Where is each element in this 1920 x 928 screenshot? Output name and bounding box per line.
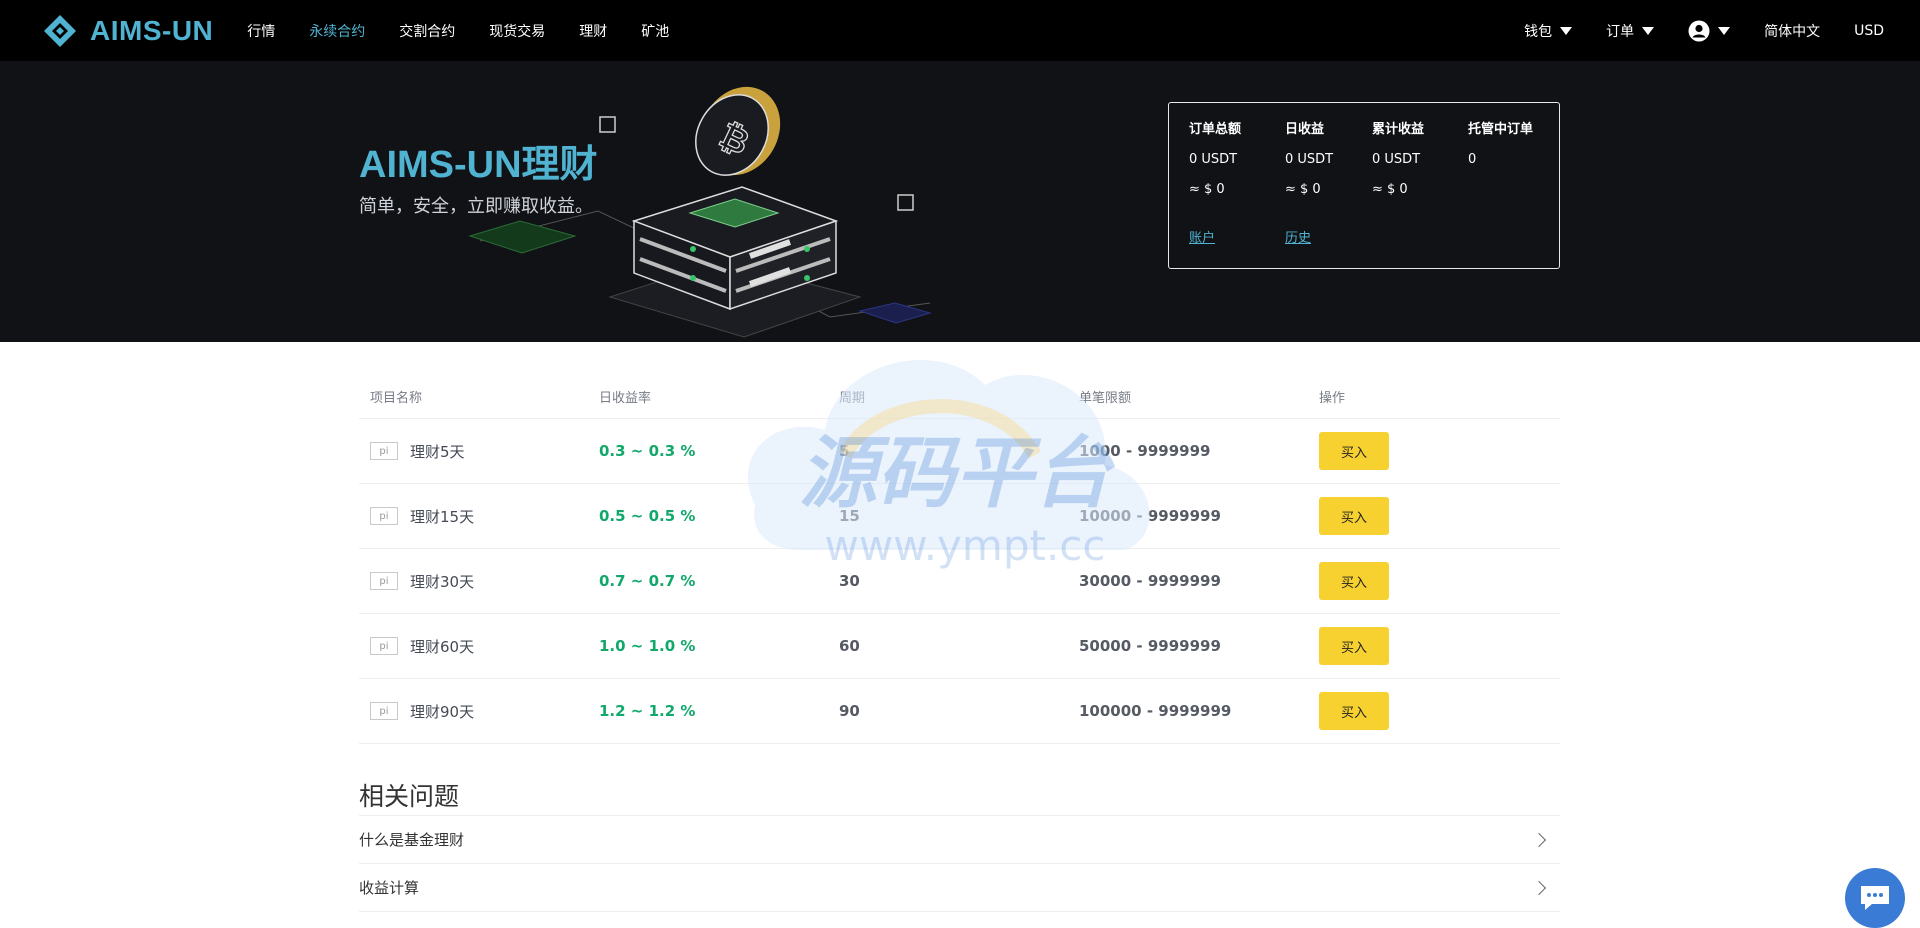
stat-approx: ≈ $ 0 <box>1372 182 1408 197</box>
period: 5 <box>839 442 850 460</box>
caret-down-icon <box>1718 26 1731 35</box>
faq-item-income-calc[interactable]: 收益计算 <box>359 863 1560 911</box>
daily-rate: 1.2 ~ 1.2 % <box>599 702 696 720</box>
server-coin-illustration: ₿ <box>468 86 932 338</box>
user-avatar-icon <box>1688 20 1710 41</box>
nav-item-delivery[interactable]: 交割合约 <box>399 21 455 41</box>
daily-rate: 0.3 ~ 0.3 % <box>599 442 696 460</box>
product-image-placeholder: pi <box>370 637 398 655</box>
daily-rate: 0.7 ~ 0.7 % <box>599 572 696 590</box>
finance-products-table: 项目名称 日收益率 周期 单笔限额 操作 pi 理财5天 0.3 ~ 0.3 % … <box>359 374 1560 744</box>
faq-question: 收益计算 <box>359 879 420 897</box>
buy-button[interactable]: 买入 <box>1319 562 1389 600</box>
buy-button[interactable]: 买入 <box>1319 627 1389 665</box>
caret-down-icon <box>1560 26 1573 35</box>
stat-custody-orders: 托管中订单 0 <box>1468 120 1533 180</box>
period: 60 <box>839 637 860 655</box>
faq-divider <box>359 911 1560 912</box>
top-navbar: AIMS-UN 行情 永续合约 交割合约 现货交易 理财 矿池 钱包 订单 简体… <box>0 0 1920 61</box>
stat-label: 累计收益 <box>1372 122 1425 137</box>
table-header: 项目名称 日收益率 周期 单笔限额 操作 <box>359 374 1560 419</box>
period: 15 <box>839 507 860 525</box>
table-row: pi 理财15天 0.5 ~ 0.5 % 15 10000 - 9999999 买… <box>359 484 1560 549</box>
single-limit: 50000 - 9999999 <box>1079 637 1221 655</box>
col-header-rate: 日收益率 <box>599 390 652 406</box>
table-row: pi 理财30天 0.7 ~ 0.7 % 30 30000 - 9999999 买… <box>359 549 1560 614</box>
user-dropdown[interactable] <box>1688 20 1731 42</box>
live-chat-button[interactable] <box>1845 868 1905 928</box>
stat-approx: ≈ $ 0 <box>1285 182 1321 197</box>
product-image-placeholder: pi <box>370 572 398 590</box>
product-image-placeholder: pi <box>370 702 398 720</box>
wallet-dropdown[interactable]: 钱包 <box>1524 21 1573 41</box>
table-row: pi 理财60天 1.0 ~ 1.0 % 60 50000 - 9999999 买… <box>359 614 1560 679</box>
nav-right: 钱包 订单 简体中文 USD <box>1490 0 1884 61</box>
orders-dropdown[interactable]: 订单 <box>1606 21 1655 41</box>
period: 90 <box>839 702 860 720</box>
brand-logo-link[interactable]: AIMS-UN <box>42 13 213 49</box>
stat-value: 0 USDT <box>1285 152 1334 167</box>
stat-order-total: 订单总额 0 USDT ≈ $ 0 <box>1189 120 1241 210</box>
product-image-placeholder: pi <box>370 507 398 525</box>
nav-item-finance[interactable]: 理财 <box>579 21 607 41</box>
table-row: pi 理财90天 1.2 ~ 1.2 % 90 100000 - 9999999 … <box>359 679 1560 744</box>
product-name: 理财5天 <box>410 442 465 461</box>
stat-label: 托管中订单 <box>1468 122 1534 137</box>
buy-button[interactable]: 买入 <box>1319 432 1389 470</box>
stat-label: 订单总额 <box>1189 122 1242 137</box>
hero-banner: AIMS-UN理财 简单，安全，立即赚取收益。 ₿ 订单总额 0 USDT ≈ … <box>0 61 1920 342</box>
nav-item-perpetual[interactable]: 永续合约 <box>309 21 365 41</box>
buy-button[interactable]: 买入 <box>1319 497 1389 535</box>
nav-item-mining-pool[interactable]: 矿池 <box>641 21 669 41</box>
main-nav: 行情 永续合约 交割合约 现货交易 理财 矿池 <box>247 21 703 41</box>
faq-title: 相关问题 <box>359 782 460 811</box>
daily-rate: 0.5 ~ 0.5 % <box>599 507 696 525</box>
product-name: 理财90天 <box>410 702 475 721</box>
col-header-period: 周期 <box>839 390 866 406</box>
nav-item-spot[interactable]: 现货交易 <box>489 21 545 41</box>
chat-bubble-icon <box>1861 886 1889 910</box>
product-image-placeholder: pi <box>370 442 398 460</box>
brand-diamond-icon <box>44 14 76 47</box>
stat-value: 0 <box>1468 152 1477 167</box>
col-header-limit: 单笔限额 <box>1079 390 1132 406</box>
faq-item-what-is-fund[interactable]: 什么是基金理财 <box>359 815 1560 863</box>
nav-item-market[interactable]: 行情 <box>247 21 275 41</box>
stat-value: 0 USDT <box>1189 152 1238 167</box>
stat-total-income: 累计收益 0 USDT ≈ $ 0 <box>1372 120 1424 210</box>
language-selector[interactable]: 简体中文 <box>1764 21 1820 41</box>
brand-name: AIMS-UN <box>90 14 214 46</box>
single-limit: 10000 - 9999999 <box>1079 507 1221 525</box>
product-name: 理财15天 <box>410 507 475 526</box>
stat-approx: ≈ $ 0 <box>1189 182 1225 197</box>
daily-rate: 1.0 ~ 1.0 % <box>599 637 696 655</box>
period: 30 <box>839 572 860 590</box>
col-header-name: 项目名称 <box>370 390 423 406</box>
stat-label: 日收益 <box>1285 122 1325 137</box>
table-row: pi 理财5天 0.3 ~ 0.3 % 5 1000 - 9999999 买入 <box>359 419 1560 484</box>
single-limit: 100000 - 9999999 <box>1079 702 1232 720</box>
buy-button[interactable]: 买入 <box>1319 692 1389 730</box>
currency-selector[interactable]: USD <box>1854 23 1884 39</box>
chevron-right-icon <box>1531 880 1547 895</box>
col-header-action: 操作 <box>1319 390 1346 406</box>
product-name: 理财60天 <box>410 637 475 656</box>
earnings-summary-panel: 订单总额 0 USDT ≈ $ 0 日收益 0 USDT ≈ $ 0 累计收益 … <box>1168 102 1560 269</box>
single-limit: 30000 - 9999999 <box>1079 572 1221 590</box>
product-name: 理财30天 <box>410 572 475 591</box>
history-link[interactable]: 历史 <box>1285 227 1311 246</box>
wallet-label: 钱包 <box>1524 23 1553 40</box>
caret-down-icon <box>1642 26 1655 35</box>
stat-value: 0 USDT <box>1372 152 1421 167</box>
stat-daily-income: 日收益 0 USDT ≈ $ 0 <box>1285 120 1333 210</box>
account-link[interactable]: 账户 <box>1189 227 1215 246</box>
chevron-right-icon <box>1531 832 1547 847</box>
single-limit: 1000 - 9999999 <box>1079 442 1211 460</box>
orders-label: 订单 <box>1606 23 1635 40</box>
faq-question: 什么是基金理财 <box>359 831 465 849</box>
